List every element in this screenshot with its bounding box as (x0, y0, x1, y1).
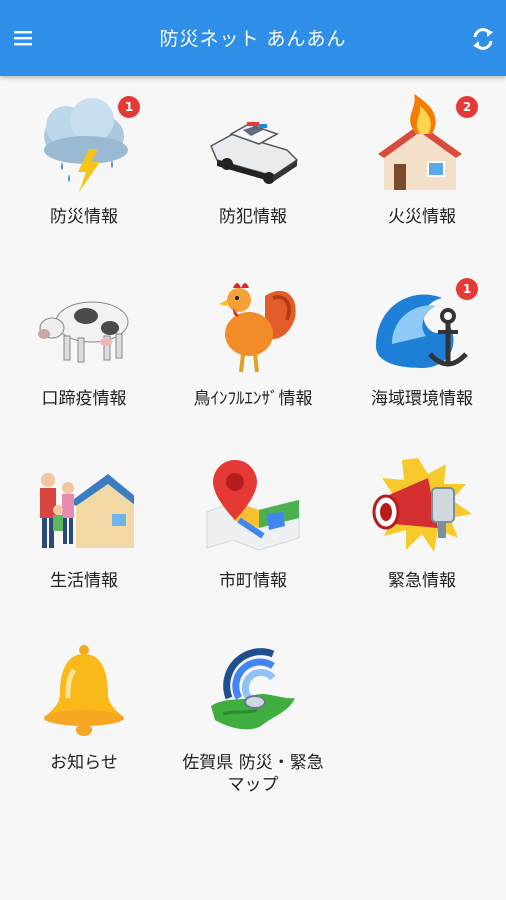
tile-announcements[interactable]: お知らせ (0, 630, 168, 810)
tile-label: 緊急情報 (388, 571, 456, 591)
notification-badge: 1 (456, 278, 478, 300)
bell-icon (44, 645, 124, 736)
family-house-icon (40, 473, 134, 548)
megaphone-icon (372, 458, 472, 552)
tile-label: 市町情報 (219, 571, 287, 591)
tile-avian-flu[interactable]: 鳥ｲﾝﾌﾙｴﾝｻﾞ情報 (169, 266, 337, 446)
app-bar: 防災ネット あんあん (0, 0, 506, 76)
page-title: 防災ネット あんあん (159, 28, 347, 50)
tile-disaster-info[interactable]: 1 防災情報 (0, 84, 168, 264)
tile-label: 火災情報 (388, 207, 456, 227)
refresh-icon (473, 28, 493, 50)
tile-label: 口蹄疫情報 (41, 389, 127, 409)
tile-municipal-info[interactable]: 市町情報 (169, 448, 337, 628)
tile-label: 防犯情報 (219, 207, 287, 227)
refresh-button[interactable] (466, 22, 500, 56)
map-pin-icon (206, 460, 300, 551)
tile-label: 鳥ｲﾝﾌﾙｴﾝｻﾞ情報 (193, 389, 313, 409)
tile-label: 海域環境情報 (371, 389, 473, 409)
map-signal-icon (211, 648, 295, 730)
tile-emergency-info[interactable]: 緊急情報 (338, 448, 506, 628)
tile-label: 生活情報 (50, 571, 118, 591)
tile-label: 防災情報 (50, 207, 118, 227)
notification-badge: 2 (456, 96, 478, 118)
tile-saga-disaster-map[interactable]: 佐賀県 防災・緊急 マップ (169, 630, 337, 810)
tile-marine-environment[interactable]: 1 海域環境情報 (338, 266, 506, 446)
tile-label: お知らせ (50, 753, 118, 773)
tile-label: 佐賀県 防災・緊急 マップ (182, 753, 324, 795)
cow-icon (38, 301, 129, 363)
tile-crime-prevention[interactable]: 防犯情報 (169, 84, 337, 264)
tile-fmd-info[interactable]: 口蹄疫情報 (0, 266, 168, 446)
menu-grid: 1 防災情報 防犯情報 2 火災情報 口蹄疫情報 鳥ｲﾝﾌﾙｴﾝｻﾞ情報 1 海… (0, 76, 506, 900)
tile-living-info[interactable]: 生活情報 (0, 448, 168, 628)
police-car-icon (210, 122, 299, 184)
rooster-icon (219, 283, 296, 373)
tile-fire-info[interactable]: 2 火災情報 (338, 84, 506, 264)
notification-badge: 1 (118, 96, 140, 118)
